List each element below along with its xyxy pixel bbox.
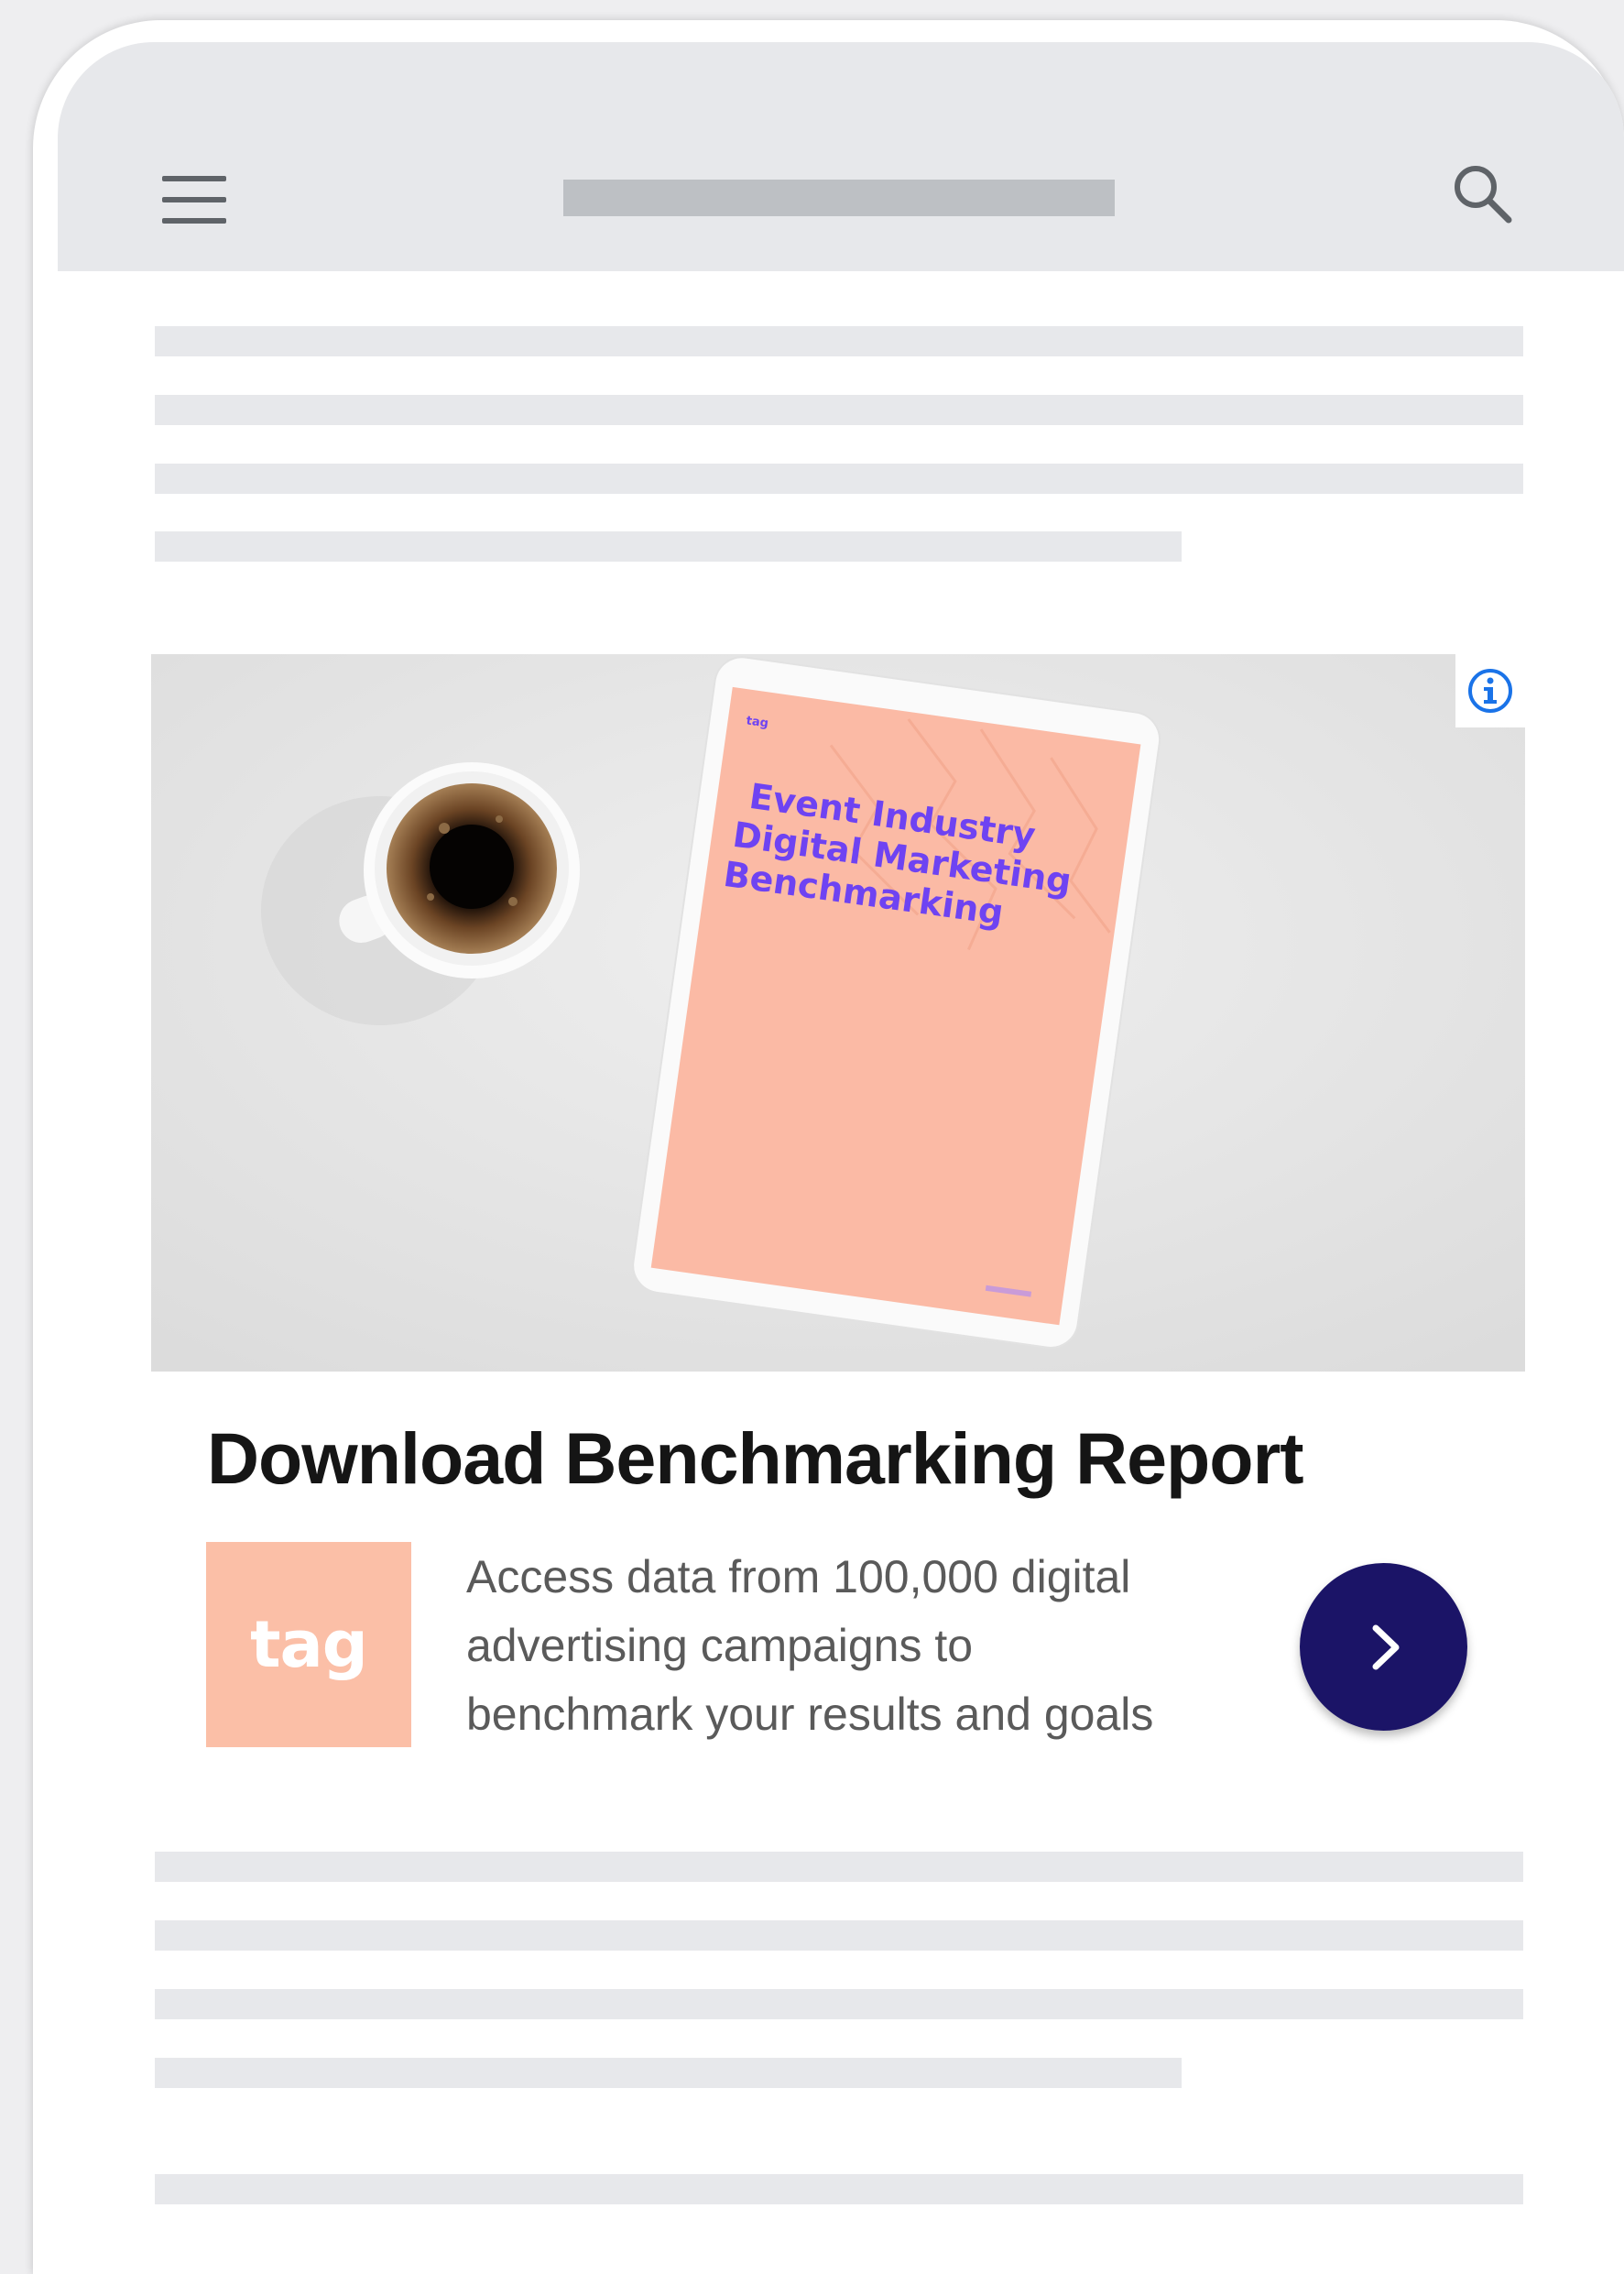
advertiser-logo[interactable]: tag bbox=[206, 1542, 411, 1747]
content-placeholder-line bbox=[155, 1920, 1523, 1951]
ad-description[interactable]: Access data from 100,000 digital adverti… bbox=[466, 1543, 1291, 1749]
top-app-bar bbox=[58, 42, 1624, 271]
content-placeholder-line bbox=[155, 1852, 1523, 1882]
phone-screen: tag Event Industry Digital Marketing Ben… bbox=[58, 42, 1624, 2211]
content-placeholder-line bbox=[155, 2058, 1182, 2088]
title-placeholder bbox=[563, 180, 1115, 216]
advertiser-logo-text: tag bbox=[250, 1607, 368, 1682]
cta-next-button[interactable] bbox=[1300, 1563, 1467, 1731]
content-placeholder-line bbox=[155, 2174, 1523, 2204]
ad-headline[interactable]: Download Benchmarking Report bbox=[207, 1416, 1304, 1501]
ad-image[interactable]: tag Event Industry Digital Marketing Ben… bbox=[151, 654, 1525, 1372]
content-placeholder-line bbox=[155, 531, 1182, 562]
content-placeholder-line bbox=[155, 395, 1523, 425]
ad-description-line: advertising campaigns to bbox=[466, 1620, 974, 1671]
hamburger-menu-icon[interactable] bbox=[162, 176, 226, 224]
content-placeholder-line bbox=[155, 464, 1523, 494]
content-placeholder-line bbox=[155, 1989, 1523, 2019]
tablet-device: tag Event Industry Digital Marketing Ben… bbox=[632, 656, 1161, 1349]
chevron-right-icon bbox=[1372, 1624, 1399, 1669]
ad-image-illustration: tag Event Industry Digital Marketing Ben… bbox=[151, 654, 1525, 1372]
ad-description-line: benchmark your results and goals bbox=[466, 1689, 1154, 1740]
content-placeholder-line bbox=[155, 326, 1523, 356]
info-icon[interactable] bbox=[1455, 654, 1525, 727]
ad-description-line: Access data from 100,000 digital bbox=[466, 1551, 1131, 1602]
search-icon[interactable] bbox=[1448, 159, 1521, 233]
